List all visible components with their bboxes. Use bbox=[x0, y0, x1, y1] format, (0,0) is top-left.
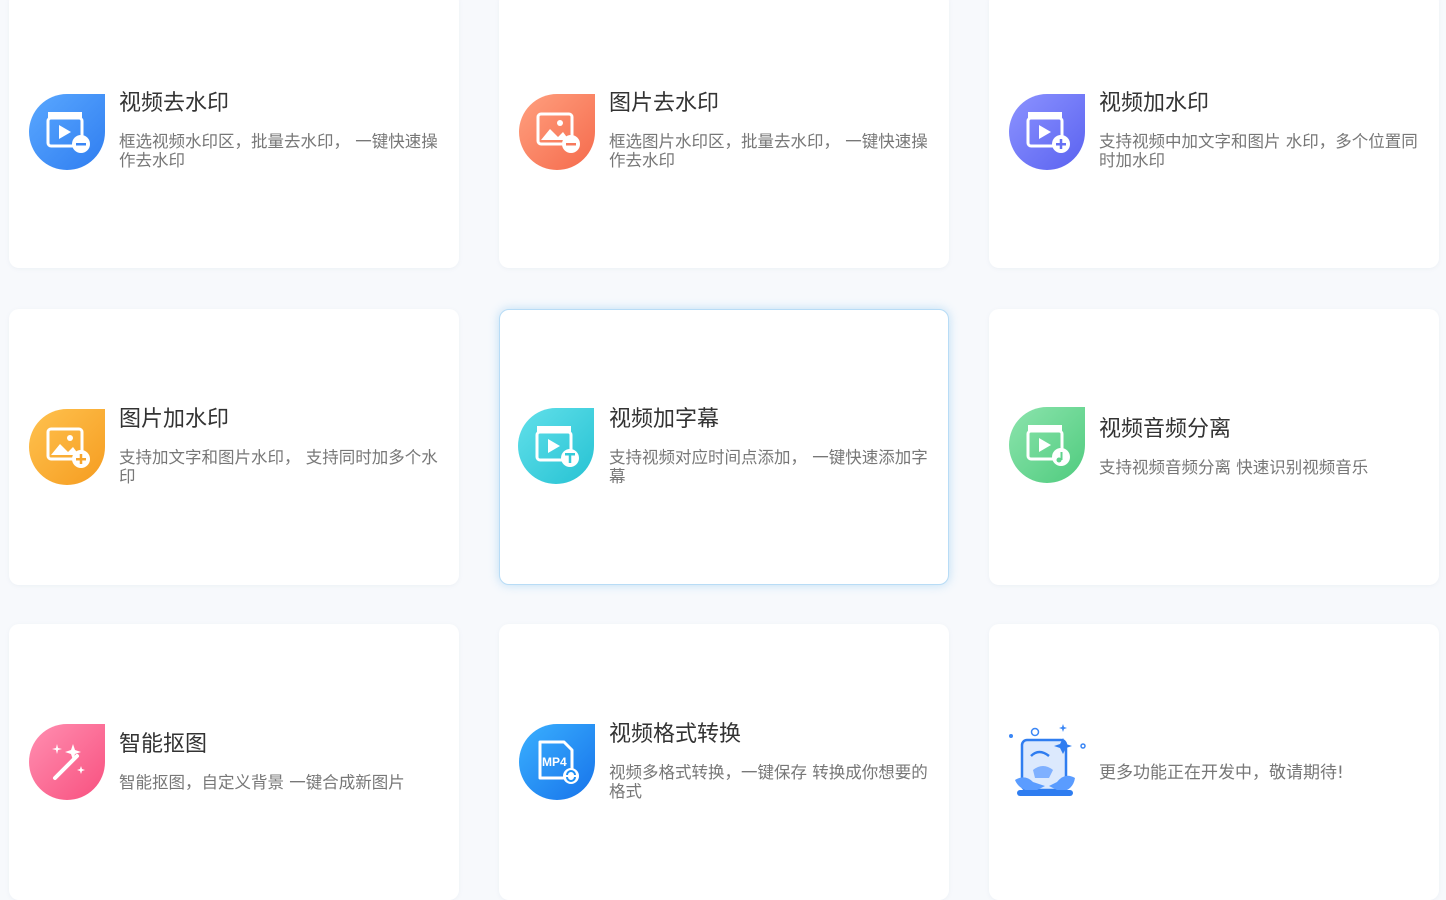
smart-cutout-icon bbox=[29, 724, 105, 800]
image-add-watermark-icon bbox=[29, 409, 105, 485]
video-add-watermark-icon bbox=[1009, 94, 1085, 170]
card-description: 视频多格式转换，一键保存 转换成你想要的格式 bbox=[609, 763, 928, 801]
video-format-convert-icon: MP4 bbox=[519, 724, 595, 800]
card-video-remove-watermark[interactable]: 视频去水印 框选视频水印区，批量去水印， 一键快速操作去水印 bbox=[9, 0, 459, 268]
card-more-features: 更多功能正在开发中，敬请期待! bbox=[989, 624, 1439, 900]
card-title: 视频音频分离 bbox=[1099, 417, 1232, 442]
card-title: 视频加字幕 bbox=[609, 407, 720, 432]
card-smart-cutout[interactable]: 智能抠图 智能抠图，自定义背景 一键合成新图片 bbox=[9, 624, 459, 900]
card-image-remove-watermark[interactable]: 图片去水印 框选图片水印区，批量去水印， 一键快速操作去水印 bbox=[499, 0, 949, 268]
card-video-subtitle[interactable]: 视频加字幕 支持视频对应时间点添加， 一键快速添加字幕 bbox=[499, 309, 949, 585]
mp4-badge: MP4 bbox=[542, 755, 567, 769]
card-description: 支持视频音频分离 快速识别视频音乐 bbox=[1099, 458, 1369, 477]
card-image-add-watermark[interactable]: 图片加水印 支持加文字和图片水印， 支持同时加多个水印 bbox=[9, 309, 459, 585]
card-description: 框选视频水印区，批量去水印， 一键快速操作去水印 bbox=[119, 132, 438, 170]
card-title: 图片加水印 bbox=[119, 407, 230, 432]
card-title: 图片去水印 bbox=[609, 91, 720, 116]
video-remove-watermark-icon bbox=[29, 94, 105, 170]
card-description: 框选图片水印区，批量去水印， 一键快速操作去水印 bbox=[609, 132, 928, 170]
image-remove-watermark-icon bbox=[519, 94, 595, 170]
video-audio-split-icon bbox=[1009, 407, 1085, 483]
coming-soon-text: 更多功能正在开发中，敬请期待! bbox=[1099, 763, 1344, 783]
card-title: 视频格式转换 bbox=[609, 722, 742, 747]
card-title: 智能抠图 bbox=[119, 732, 208, 757]
card-video-format-convert[interactable]: MP4 视频格式转换 视频多格式转换，一键保存 转换成你想要的格式 bbox=[499, 624, 949, 900]
card-video-audio-split[interactable]: 视频音频分离 支持视频音频分离 快速识别视频音乐 bbox=[989, 309, 1439, 585]
card-description: 支持加文字和图片水印， 支持同时加多个水印 bbox=[119, 448, 438, 486]
coming-soon-illustration-icon bbox=[1005, 720, 1089, 804]
card-description: 支持视频中加文字和图片 水印，多个位置同时加水印 bbox=[1099, 132, 1418, 170]
card-title: 视频加水印 bbox=[1099, 91, 1210, 116]
card-video-add-watermark[interactable]: 视频加水印 支持视频中加文字和图片 水印，多个位置同时加水印 bbox=[989, 0, 1439, 268]
card-title: 视频去水印 bbox=[119, 91, 230, 116]
card-description: 支持视频对应时间点添加， 一键快速添加字幕 bbox=[609, 448, 928, 486]
video-subtitle-icon bbox=[518, 408, 594, 484]
card-description: 智能抠图，自定义背景 一键合成新图片 bbox=[119, 773, 405, 792]
